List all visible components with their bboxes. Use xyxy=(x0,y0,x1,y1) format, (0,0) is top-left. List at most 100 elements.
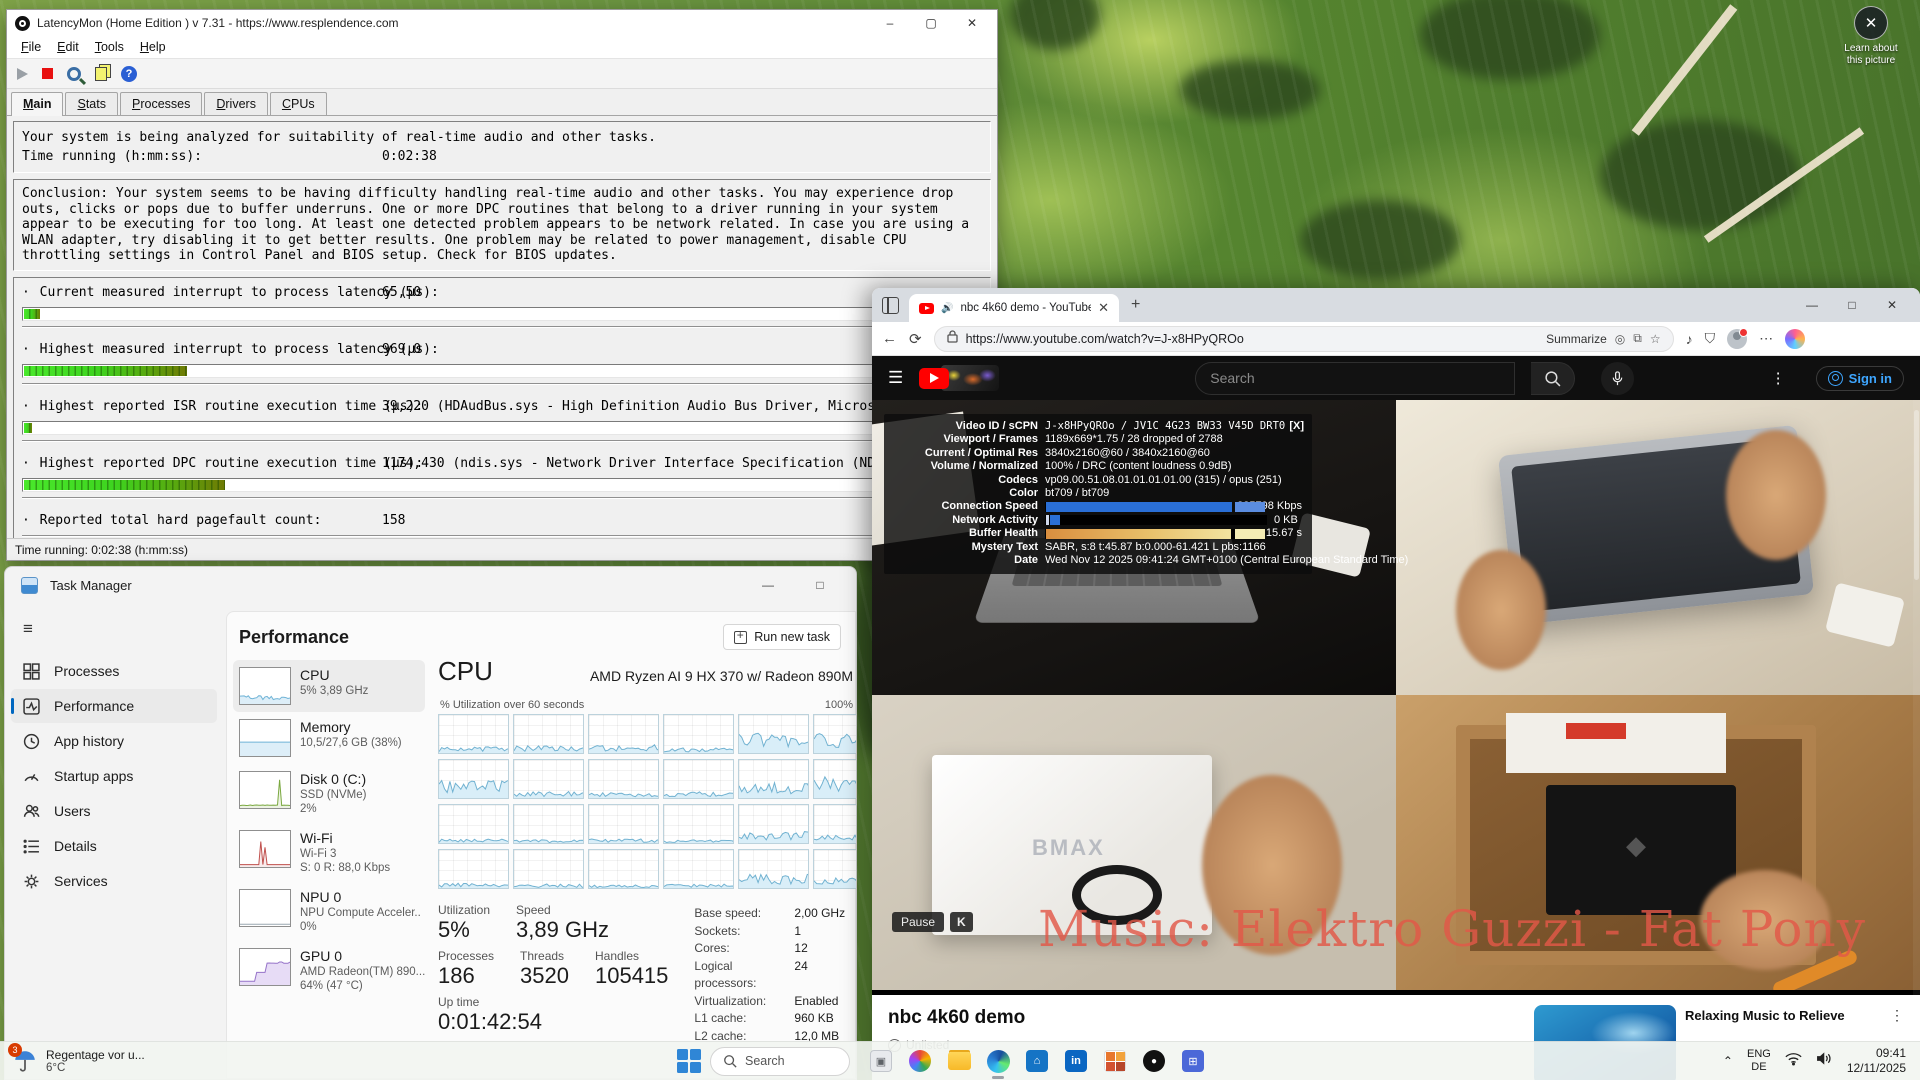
stats-value: 0 KB xyxy=(1267,514,1298,527)
card-sub: Wi-Fi 3 xyxy=(300,847,390,861)
menu-file[interactable]: File xyxy=(13,38,49,56)
settings-more-icon[interactable]: ⋯ xyxy=(1759,330,1773,347)
photos-icon[interactable] xyxy=(905,1046,935,1076)
store-icon[interactable]: ⌂ xyxy=(1022,1046,1052,1076)
core-graph-cell xyxy=(588,759,659,799)
tab-actions-icon[interactable] xyxy=(882,297,899,314)
card-disk[interactable]: Disk 0 (C:) SSD (NVMe) 2% xyxy=(233,764,425,823)
url-text: https://www.youtube.com/watch?v=J-x8HPyQ… xyxy=(966,332,1538,346)
clock[interactable]: 09:41 12/11/2025 xyxy=(1847,1046,1906,1076)
stat-label: Reported total hard pagefault count: xyxy=(40,513,322,528)
card-npu[interactable]: NPU 0 NPU Compute Acceler.. 0% xyxy=(233,882,425,941)
menu-help[interactable]: Help xyxy=(132,38,174,56)
maximize-icon[interactable]: ▢ xyxy=(914,16,948,30)
youtube-search-button[interactable] xyxy=(1531,362,1575,395)
sidebar-item-details[interactable]: Details xyxy=(11,829,217,863)
tab-cpus[interactable]: CPUs xyxy=(270,92,327,115)
back-icon[interactable]: ← xyxy=(882,330,897,347)
split-screen-icon[interactable]: ⧉ xyxy=(1633,331,1642,346)
wallpaper-road xyxy=(1704,127,1864,243)
scrollbar-thumb[interactable] xyxy=(1914,410,1919,580)
spotlight-icon[interactable]: ✕ xyxy=(1854,6,1888,40)
time-running-value: 0:02:38 xyxy=(382,147,437,166)
menu-tools[interactable]: Tools xyxy=(87,38,132,56)
stop-icon[interactable] xyxy=(42,68,53,79)
spotlight-widget[interactable]: ✕ Learn about this picture xyxy=(1836,6,1906,67)
tab-main[interactable]: Main xyxy=(11,92,63,116)
sidebar-item-startup-apps[interactable]: Startup apps xyxy=(11,759,217,793)
hamburger-menu-icon[interactable]: ≡ xyxy=(23,619,33,639)
sign-in-button[interactable]: Sign in xyxy=(1816,366,1904,391)
tab-audio-icon[interactable]: 🔊 xyxy=(941,303,953,314)
volume-icon[interactable] xyxy=(1816,1050,1833,1072)
edge-icon[interactable] xyxy=(983,1046,1013,1076)
kv-key: Base speed: xyxy=(694,905,794,923)
card-name: GPU 0 xyxy=(300,948,425,965)
tab-close-icon[interactable]: ✕ xyxy=(1098,300,1109,316)
sidebar-item-performance[interactable]: Performance xyxy=(11,689,217,723)
collections-icon[interactable]: ⛉ xyxy=(1705,330,1716,347)
sidebar-item-app-history[interactable]: App history xyxy=(11,724,217,758)
wifi-icon[interactable] xyxy=(1785,1050,1802,1072)
minimize-icon[interactable]: — xyxy=(1792,298,1832,312)
start-button[interactable] xyxy=(676,1048,702,1074)
address-bar[interactable]: https://www.youtube.com/watch?v=J-x8HPyQ… xyxy=(934,326,1674,352)
card-gpu[interactable]: GPU 0 AMD Radeon(TM) 890... 64% (47 °C) xyxy=(233,941,425,1000)
card-name: NPU 0 xyxy=(300,889,421,906)
taskbar-search[interactable]: Search xyxy=(710,1047,850,1076)
copilot-badge-icon[interactable]: ◎ xyxy=(1615,332,1625,346)
summarize-button[interactable]: Summarize xyxy=(1546,332,1607,346)
sidebar-item-users[interactable]: Users xyxy=(11,794,217,828)
per-core-utilization-graphs[interactable] xyxy=(438,714,855,889)
profile-avatar[interactable] xyxy=(1727,329,1747,349)
card-sub: SSD (NVMe) xyxy=(300,788,366,802)
maximize-icon[interactable]: □ xyxy=(1832,298,1872,312)
youtube-search-box[interactable]: Search xyxy=(1195,362,1515,395)
menu-edit[interactable]: Edit xyxy=(49,38,87,56)
browser-tab[interactable]: 🔊 nbc 4k60 demo - YouTube ✕ xyxy=(909,294,1119,322)
sidebar-item-services[interactable]: Services xyxy=(11,864,217,898)
language-switcher[interactable]: ENG DE xyxy=(1747,1048,1771,1074)
analyze-icon[interactable] xyxy=(67,67,81,81)
close-icon[interactable]: ✕ xyxy=(1872,298,1912,312)
copy-report-icon[interactable] xyxy=(95,67,107,81)
media-app-icon[interactable]: ● xyxy=(1139,1046,1169,1076)
linkedin-icon[interactable]: in xyxy=(1061,1046,1091,1076)
spotlight-label: this picture xyxy=(1836,55,1906,67)
favorites-star-icon[interactable]: ☆ xyxy=(1650,332,1661,346)
youtube-logo[interactable] xyxy=(919,365,999,391)
latencymon-titlebar[interactable]: LatencyMon (Home Edition ) v 7.31 - http… xyxy=(7,10,997,36)
tray-expand-chevron-icon[interactable]: ⌃ xyxy=(1723,1054,1733,1068)
weather-headline: Regentage vor u... xyxy=(46,1048,145,1062)
refresh-icon[interactable]: ⟳ xyxy=(909,330,922,348)
tab-stats[interactable]: Stats xyxy=(65,92,118,115)
file-explorer-icon[interactable] xyxy=(944,1046,974,1076)
sidebar-item-processes[interactable]: Processes xyxy=(11,654,217,688)
teams-app-icon[interactable]: ⊞ xyxy=(1178,1046,1208,1076)
run-new-task-button[interactable]: Run new task xyxy=(723,624,841,650)
minimize-icon[interactable]: – xyxy=(873,16,907,30)
pinned-app-icon-1[interactable]: ▣ xyxy=(866,1046,896,1076)
media-playing-icon[interactable]: ♪ xyxy=(1686,331,1693,347)
office-app-icon[interactable] xyxy=(1100,1046,1130,1076)
scrollbar[interactable] xyxy=(1913,400,1920,995)
youtube-menu-icon[interactable]: ☰ xyxy=(888,368,903,388)
card-wifi[interactable]: Wi-Fi Wi-Fi 3 S: 0 R: 88,0 Kbps xyxy=(233,823,425,882)
minimize-icon[interactable]: — xyxy=(748,578,788,592)
maximize-icon[interactable]: □ xyxy=(800,578,840,592)
copilot-icon[interactable] xyxy=(1785,329,1805,349)
kebab-menu-icon[interactable]: ⋮ xyxy=(1771,369,1786,387)
task-manager-titlebar[interactable]: Task Manager — □ xyxy=(5,567,856,603)
close-icon[interactable]: ✕ xyxy=(955,16,989,30)
card-memory[interactable]: Memory 10,5/27,6 GB (38%) xyxy=(233,712,425,764)
tab-processes[interactable]: Processes xyxy=(120,92,202,115)
weather-widget[interactable]: 3 Regentage vor u... 6°C xyxy=(0,1048,157,1075)
stats-close-button[interactable]: [X] xyxy=(1289,420,1304,432)
play-icon[interactable] xyxy=(17,68,28,80)
voice-search-button[interactable] xyxy=(1601,362,1634,395)
card-cpu[interactable]: CPU 5% 3,89 GHz xyxy=(233,660,425,712)
help-icon[interactable]: ? xyxy=(121,66,137,82)
new-tab-icon[interactable]: + xyxy=(1131,296,1140,314)
video-player[interactable]: BMAX [X] Video ID / sCPNJ-x8HPyQROo / JV… xyxy=(872,400,1920,995)
tab-drivers[interactable]: Drivers xyxy=(204,92,268,115)
